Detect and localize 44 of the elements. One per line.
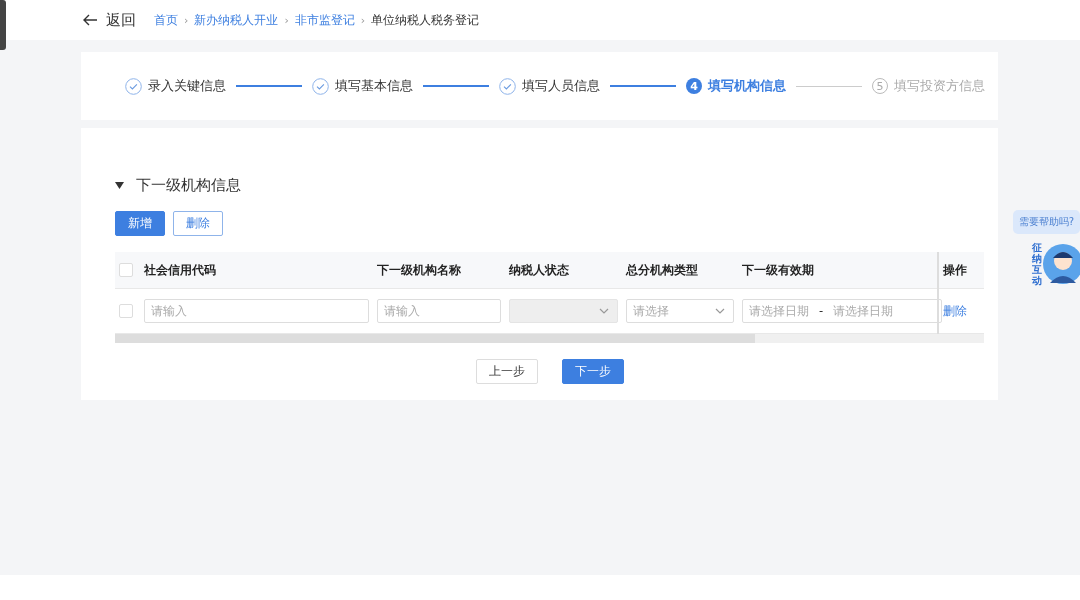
help-bubble[interactable]: 需要帮助吗? — [1012, 210, 1080, 234]
step: 4 填写机构信息 — [686, 77, 786, 95]
step-number: 4 — [686, 78, 702, 94]
next-button[interactable]: 下一步 — [561, 359, 624, 384]
step: 录入关键信息 — [125, 77, 226, 95]
breadcrumb-item[interactable]: 非市监登记 — [294, 12, 355, 28]
checkbox[interactable] — [119, 304, 133, 318]
column-header: 下一级机构名称 — [377, 262, 461, 277]
column-header: 总分机构类型 — [626, 262, 698, 277]
chevron-right-icon: › — [284, 13, 289, 27]
input-field[interactable]: 请输入 — [144, 299, 369, 323]
arrow-left-icon — [82, 14, 98, 26]
breadcrumb-item[interactable]: 首页 — [154, 12, 178, 28]
delete-button[interactable]: 删除 — [173, 211, 223, 236]
date-range-field[interactable]: 请选择日期 - 请选择日期 — [742, 299, 942, 323]
column-header: 操作 — [943, 262, 967, 277]
chevron-right-icon: › — [360, 13, 366, 27]
column-header: 社会信用代码 — [144, 262, 216, 277]
step: 填写基本信息 — [312, 77, 413, 95]
previous-button[interactable]: 上一步 — [475, 359, 538, 384]
check-circle-icon — [125, 77, 142, 95]
breadcrumb-item: 单位纳税人税务登记 — [371, 12, 480, 28]
delete-link[interactable]: 删除 — [943, 303, 967, 318]
scrollbar-thumb[interactable] — [115, 334, 755, 343]
column-header: 纳税人状态 — [509, 262, 569, 277]
chevron-right-icon: › — [184, 13, 189, 27]
side-tab[interactable] — [0, 0, 6, 50]
section-title: 下一级机构信息 — [136, 176, 241, 195]
chevron-down-icon — [599, 308, 609, 314]
back-link[interactable]: 返回 — [82, 10, 136, 30]
check-circle-icon — [499, 77, 516, 95]
input-field[interactable]: 请输入 — [377, 299, 501, 323]
chevron-down-icon — [715, 308, 725, 314]
select-field[interactable]: 请选择 — [626, 299, 734, 323]
step: 5 填写投资方信息 — [872, 77, 985, 95]
breadcrumb-item[interactable]: 新办纳税人开业 — [194, 12, 279, 28]
triangle-down-icon[interactable] — [115, 182, 124, 189]
column-header: 下一级有效期 — [742, 262, 814, 277]
step: 填写人员信息 — [499, 77, 600, 95]
check-circle-icon — [312, 77, 329, 95]
avatar-icon[interactable] — [1042, 243, 1080, 285]
help-label: 征纳互动 — [1032, 242, 1042, 286]
add-button[interactable]: 新增 — [115, 211, 165, 236]
checkbox[interactable] — [119, 263, 133, 277]
